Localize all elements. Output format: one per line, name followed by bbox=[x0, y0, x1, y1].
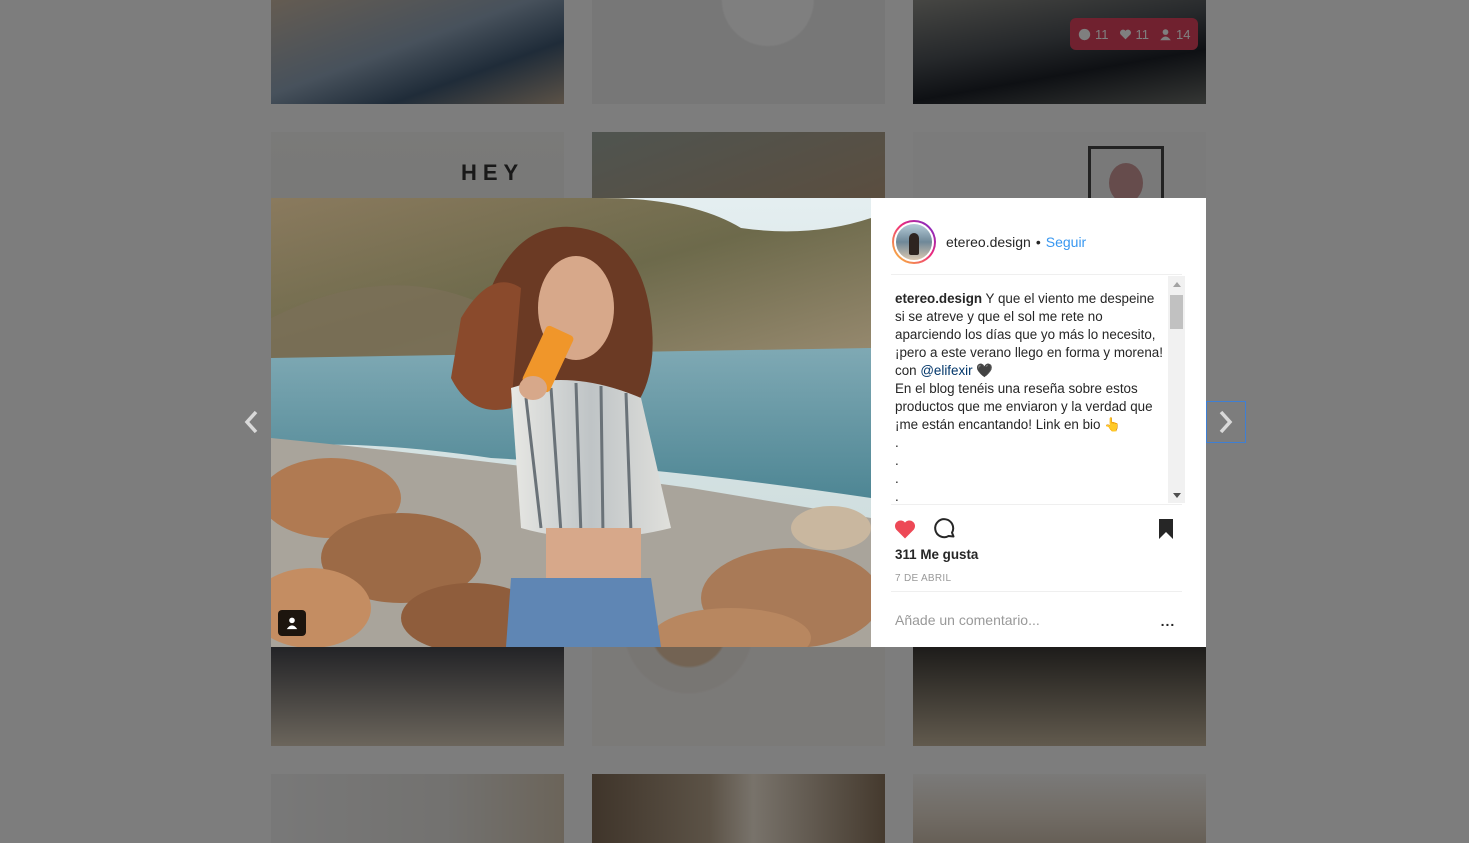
post-caption: etereo.design Y que el viento me despein… bbox=[895, 290, 1165, 503]
like-count-label[interactable]: 311 Me gusta bbox=[895, 547, 978, 562]
more-options-button[interactable]: ... bbox=[1158, 614, 1178, 628]
chevron-left-icon bbox=[244, 410, 258, 434]
triangle-up-icon bbox=[1172, 281, 1181, 287]
author-username[interactable]: etereo.design bbox=[946, 234, 1031, 250]
add-comment-bar: ... bbox=[891, 591, 1182, 648]
post-actions bbox=[891, 504, 1182, 547]
scrollbar-thumb[interactable] bbox=[1170, 295, 1183, 329]
caption-dot-line: . bbox=[895, 453, 899, 468]
triangle-down-icon bbox=[1172, 492, 1181, 498]
post-modal: etereo.design • Seguir etereo.design Y q… bbox=[271, 198, 1206, 647]
post-sidebar: etereo.design • Seguir etereo.design Y q… bbox=[871, 198, 1206, 647]
scroll-up-arrow[interactable] bbox=[1168, 276, 1185, 292]
save-button[interactable] bbox=[1152, 515, 1180, 543]
post-photo[interactable] bbox=[271, 198, 871, 647]
next-post-button[interactable] bbox=[1206, 401, 1246, 443]
caption-dot-line: . bbox=[895, 489, 899, 503]
avatar[interactable] bbox=[894, 222, 934, 262]
story-ring[interactable] bbox=[892, 220, 936, 264]
caption-dot-line: . bbox=[895, 471, 899, 486]
scrollbar[interactable] bbox=[1168, 276, 1185, 503]
scroll-down-arrow[interactable] bbox=[1168, 487, 1185, 503]
caption-dot-line: . bbox=[895, 435, 899, 450]
mention-link[interactable]: @elifexir bbox=[920, 363, 972, 378]
post-date[interactable]: 7 DE ABRIL bbox=[895, 573, 951, 584]
comments-scroll-area[interactable]: etereo.design Y que el viento me despein… bbox=[891, 276, 1185, 503]
follow-button[interactable]: Seguir bbox=[1046, 234, 1086, 250]
post-header: etereo.design • Seguir bbox=[891, 210, 1182, 275]
tagged-people-button[interactable] bbox=[278, 610, 306, 636]
like-button[interactable] bbox=[891, 515, 919, 543]
chevron-right-icon bbox=[1219, 410, 1233, 434]
comment-input[interactable] bbox=[891, 612, 1145, 628]
caption-emoji: 🖤 bbox=[972, 363, 994, 378]
caption-author[interactable]: etereo.design bbox=[895, 291, 982, 306]
separator-dot: • bbox=[1035, 234, 1041, 250]
previous-post-button[interactable] bbox=[231, 401, 271, 443]
comment-icon bbox=[934, 518, 955, 539]
bookmark-icon bbox=[1159, 519, 1173, 539]
caption-text: En el blog tenéis una reseña sobre estos… bbox=[895, 381, 1153, 432]
person-tag-icon bbox=[286, 617, 298, 630]
comment-button[interactable] bbox=[931, 515, 959, 543]
heart-filled-icon bbox=[894, 520, 916, 539]
post-image bbox=[271, 198, 871, 647]
ellipsis-icon: ... bbox=[1160, 613, 1176, 629]
